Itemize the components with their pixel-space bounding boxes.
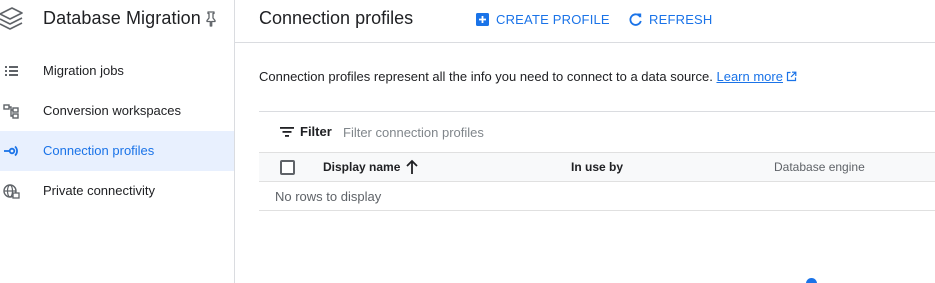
- refresh-icon: [629, 12, 642, 26]
- arrow-up-icon[interactable]: [405, 159, 419, 175]
- sidebar-item-migration-jobs[interactable]: Migration jobs: [0, 51, 234, 91]
- create-profile-label: CREATE PROFILE: [496, 11, 610, 27]
- sidebar-item-private-connectivity[interactable]: Private connectivity: [0, 171, 234, 211]
- sidebar-header: Database Migration: [0, 0, 234, 42]
- filter-icon: [280, 127, 294, 137]
- page-description: Connection profiles represent all the in…: [259, 69, 797, 84]
- main-content: Connection profiles represent all the in…: [235, 43, 935, 283]
- filter-input[interactable]: [343, 120, 643, 144]
- sidebar-item-label: Private connectivity: [43, 183, 155, 198]
- column-header-in-use-by: In use by: [571, 160, 624, 174]
- sidebar-item-label: Connection profiles: [43, 143, 155, 158]
- sidebar-item-label: Migration jobs: [43, 63, 124, 78]
- learn-more-link[interactable]: Learn more: [716, 69, 797, 84]
- sidebar: Database Migration Migration jobs Conver…: [0, 0, 235, 283]
- pin-icon[interactable]: [204, 11, 218, 27]
- list-icon: [5, 66, 18, 76]
- select-all-checkbox[interactable]: [280, 160, 295, 175]
- sidebar-nav: Migration jobs Conversion workspaces Con…: [0, 51, 234, 211]
- description-text: Connection profiles represent all the in…: [259, 69, 713, 84]
- sidebar-item-conversion-workspaces[interactable]: Conversion workspaces: [0, 91, 234, 131]
- table-header-row: Display name In use by Database engine: [259, 153, 935, 182]
- column-header-display-name[interactable]: Display name: [323, 160, 400, 174]
- status-dot: [806, 278, 817, 283]
- refresh-button[interactable]: REFRESH: [628, 10, 713, 28]
- page-title: Connection profiles: [259, 8, 414, 28]
- page-header: Connection profiles CREATE PROFILE REFRE…: [235, 0, 935, 43]
- open-in-new-icon: [786, 71, 797, 82]
- filter-label: Filter: [300, 124, 332, 139]
- add-box-icon: [476, 12, 489, 26]
- empty-state-text: No rows to display: [275, 189, 382, 204]
- profiles-table: Filter Display name In use by Database e…: [259, 111, 935, 211]
- sidebar-item-label: Conversion workspaces: [43, 103, 182, 118]
- database-migration-logo-icon: [0, 7, 23, 30]
- connection-icon: [4, 145, 18, 157]
- create-profile-button[interactable]: CREATE PROFILE: [475, 10, 610, 28]
- learn-more-label: Learn more: [716, 69, 783, 84]
- refresh-label: REFRESH: [649, 11, 713, 27]
- workspace-icon: [3, 104, 19, 119]
- filter-bar: Filter: [259, 112, 935, 153]
- column-header-database-engine[interactable]: Database engine: [774, 160, 865, 174]
- sidebar-item-connection-profiles[interactable]: Connection profiles: [0, 131, 234, 171]
- product-title: Database Migration: [43, 8, 201, 28]
- empty-state-row: No rows to display: [259, 182, 935, 211]
- globe-network-icon: [3, 184, 20, 199]
